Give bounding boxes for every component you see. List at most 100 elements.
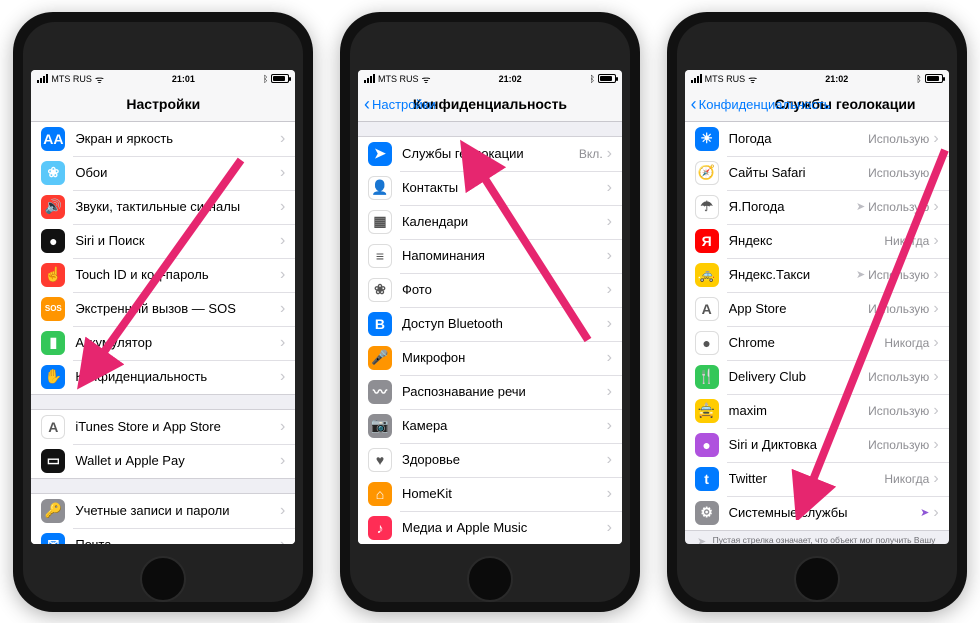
list-row[interactable]: SOSЭкстренный вызов — SOS› [31,292,295,326]
list-row[interactable]: ☝Touch ID и код-пароль› [31,258,295,292]
app-icon: 〰 [368,380,392,404]
app-icon: ● [41,229,65,253]
list-row[interactable]: ▦Календари› [358,205,622,239]
list-row[interactable]: ❀Фото› [358,273,622,307]
app-icon: A [695,297,719,321]
app-icon: ⚙ [695,501,719,525]
battery-icon [598,74,616,83]
row-label: Системные службы [729,505,920,520]
row-value: Вкл. [579,147,603,161]
back-button[interactable]: ‹ Настройки [364,95,436,113]
chevron-right-icon: › [933,402,938,420]
nav-bar: ‹ Конфиденциальность Службы геолокации [685,88,949,122]
location-list[interactable]: ☀ПогодаИспользую›🧭Сайты SafariИспользую›… [685,122,949,544]
row-value: Никогда [884,234,929,248]
home-button[interactable] [794,556,840,602]
wifi-icon: ᯤ [95,72,104,86]
list-row[interactable]: ЯЯндексНикогда› [685,224,949,258]
chevron-right-icon: › [280,452,285,470]
app-icon: ♪ [368,516,392,540]
row-label: Почта [75,537,280,544]
list-row[interactable]: 👤Контакты› [358,171,622,205]
chevron-right-icon: › [607,349,612,367]
nav-bar: Настройки [31,88,295,122]
app-icon: 🧭 [695,161,719,185]
list-row[interactable]: 🧭Сайты SafariИспользую› [685,156,949,190]
row-label: Аккумулятор [75,335,280,350]
list-row[interactable]: 🍴Delivery ClubИспользую› [685,360,949,394]
list-row[interactable]: 🔊Звуки, тактильные сигналы› [31,190,295,224]
row-value: Использую [868,302,929,316]
app-icon: ⌂ [368,482,392,506]
home-button[interactable] [467,556,513,602]
list-row[interactable]: ❀Обои› [31,156,295,190]
list-row[interactable]: AAЭкран и яркость› [31,122,295,156]
list-row[interactable]: ●Siri и Поиск› [31,224,295,258]
row-label: Экран и яркость [75,131,280,146]
row-value: Использую [868,166,929,180]
list-row[interactable]: ⌂HomeKit› [358,477,622,511]
page-title: Настройки [31,96,295,112]
list-row[interactable]: BДоступ Bluetooth› [358,307,622,341]
list-row[interactable]: ●ChromeНикогда› [685,326,949,360]
row-value: ➤Использую [856,268,929,282]
list-row[interactable]: ≡Напоминания› [358,239,622,273]
list-row[interactable]: 🔑Учетные записи и пароли› [31,494,295,528]
row-label: Siri и Поиск [75,233,280,248]
chevron-right-icon: › [280,334,285,352]
carrier-label: MTS RUS [705,74,746,84]
list-row[interactable]: ☀ПогодаИспользую› [685,122,949,156]
app-icon: 🔊 [41,195,65,219]
chevron-right-icon: › [607,179,612,197]
row-value: Никогда [884,336,929,350]
list-row[interactable]: ●Siri и ДиктовкаИспользую› [685,428,949,462]
list-row[interactable]: ♥Здоровье› [358,443,622,477]
home-button[interactable] [140,556,186,602]
location-arrow-icon: ➤ [856,268,865,281]
list-row[interactable]: ⚙Системные службы➤› [685,496,949,530]
chevron-right-icon: › [280,198,285,216]
battery-icon [271,74,289,83]
list-row[interactable]: ▭Wallet и Apple Pay› [31,444,295,478]
wifi-icon: ᯤ [748,72,757,86]
app-icon: ● [695,331,719,355]
list-row[interactable]: AApp StoreИспользую› [685,292,949,326]
list-row[interactable]: ✉Почта› [31,528,295,544]
row-label: Chrome [729,335,885,350]
chevron-right-icon: › [607,247,612,265]
back-button[interactable]: ‹ Конфиденциальность [691,95,831,113]
clock: 21:02 [499,74,522,84]
chevron-right-icon: › [280,368,285,386]
list-row[interactable]: ▮Аккумулятор› [31,326,295,360]
list-row[interactable]: tTwitterНикогда› [685,462,949,496]
list-row[interactable]: 🚕Яндекс.Такси➤Использую› [685,258,949,292]
row-value: ➤ [920,506,929,519]
row-value: Использую [868,404,929,418]
row-value: ➤Использую [856,200,929,214]
app-icon: ➤ [368,142,392,166]
chevron-right-icon: › [933,368,938,386]
row-label: Яндекс [729,233,885,248]
list-row[interactable]: 〰Распознавание речи› [358,375,622,409]
privacy-list[interactable]: ➤Службы геолокацииВкл.›👤Контакты›▦Календ… [358,122,622,544]
list-row[interactable]: ➤Службы геолокацииВкл.› [358,137,622,171]
list-row[interactable]: 🎤Микрофон› [358,341,622,375]
chevron-right-icon: › [607,485,612,503]
app-icon: SOS [41,297,65,321]
list-row[interactable]: AiTunes Store и App Store› [31,410,295,444]
chevron-right-icon: › [280,266,285,284]
app-icon: ❀ [41,161,65,185]
status-bar: MTS RUS ᯤ 21:02 ᛒ [685,70,949,88]
app-icon: 🚕 [695,263,719,287]
row-label: Службы геолокации [402,146,579,161]
list-row[interactable]: ♪Медиа и Apple Music› [358,511,622,544]
settings-list[interactable]: AAЭкран и яркость›❀Обои›🔊Звуки, тактильн… [31,122,295,544]
chevron-right-icon: › [933,232,938,250]
list-row[interactable]: 🚖maximИспользую› [685,394,949,428]
location-arrow-icon: ➤ [920,506,929,519]
chevron-right-icon: › [280,164,285,182]
list-row[interactable]: ✋Конфиденциальность› [31,360,295,394]
list-row[interactable]: ☂Я.Погода➤Использую› [685,190,949,224]
row-value: Использую [868,438,929,452]
list-row[interactable]: 📷Камера› [358,409,622,443]
